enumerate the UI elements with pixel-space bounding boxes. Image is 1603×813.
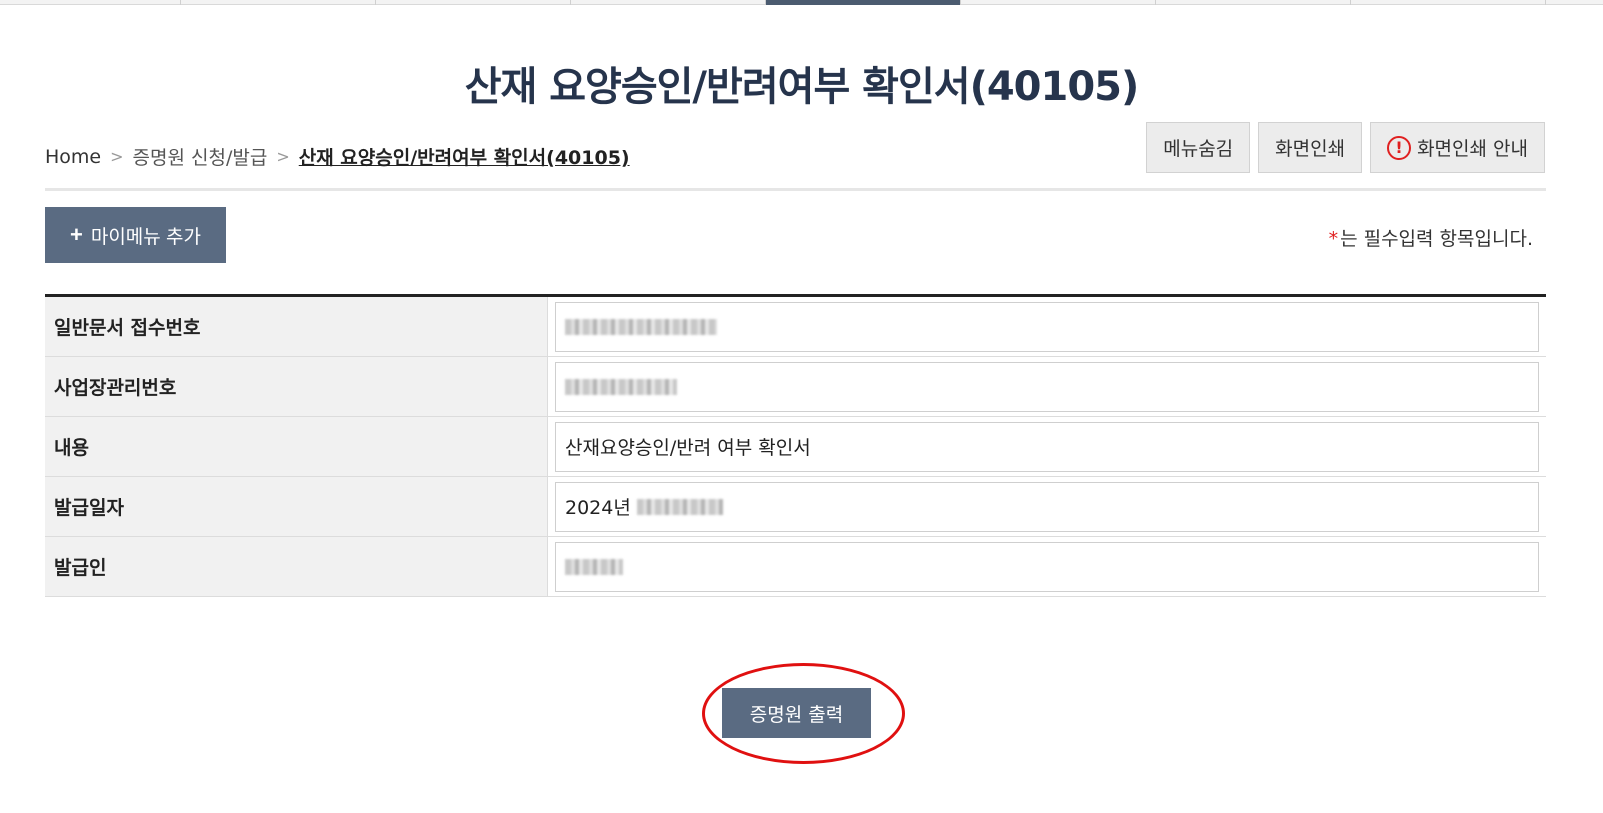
table-row: 발급인 [45,537,1546,597]
table-row: 일반문서 접수번호 [45,297,1546,357]
issuer-field [555,541,1539,592]
content-label: 내용 [45,417,548,476]
top-tab-strip [0,0,1603,5]
breadcrumb-home[interactable]: Home [45,146,101,168]
top-tab[interactable] [0,0,181,5]
breadcrumb-current[interactable]: 산재 요양승인/반려여부 확인서(40105) [299,143,630,170]
page-title: 산재 요양승인/반려여부 확인서(40105) [464,64,1140,110]
print-guide-button[interactable]: ! 화면인쇄 안내 [1370,122,1545,173]
required-field-note: * 는 필수입력 항목입니다. [1329,224,1533,251]
table-row: 발급일자 2024년 [45,477,1546,537]
top-tab[interactable] [376,0,571,5]
workplace-number-label: 사업장관리번호 [45,357,548,416]
plus-icon: + [69,222,83,247]
redacted-value [565,378,677,395]
workplace-number-field [555,361,1539,412]
content-field: 산재요양승인/반려 여부 확인서 [555,421,1539,472]
receipt-number-label: 일반문서 접수번호 [45,297,548,356]
issue-date-cell: 2024년 [548,477,1546,536]
redacted-value [565,558,623,575]
print-certificate-button[interactable]: 증명원 출력 [722,688,871,738]
warning-circle-icon: ! [1387,135,1412,160]
workplace-number-cell [548,357,1546,416]
top-tab[interactable] [1156,0,1351,5]
breadcrumb-level1[interactable]: 증명원 신청/발급 [133,143,268,170]
top-tab-active[interactable] [766,0,961,5]
redacted-value [565,318,717,335]
top-tab[interactable] [571,0,766,5]
receipt-number-cell [548,297,1546,356]
table-row: 사업장관리번호 [45,357,1546,417]
utility-button-group: 메뉴숨김 화면인쇄 ! 화면인쇄 안내 [1146,122,1545,173]
required-star: * [1328,228,1339,250]
issuer-cell [548,537,1546,596]
breadcrumb: Home > 증명원 신청/발급 > 산재 요양승인/반려여부 확인서(4010… [45,143,630,170]
print-screen-button[interactable]: 화면인쇄 [1258,122,1363,173]
redacted-value [636,498,723,515]
hide-menu-button[interactable]: 메뉴숨김 [1146,122,1251,173]
add-my-menu-button[interactable]: + 마이메뉴 추가 [45,207,226,263]
issue-date-year: 2024년 [565,497,631,519]
header-divider [45,188,1546,191]
required-note-text: 는 필수입력 항목입니다. [1340,228,1533,250]
certificate-form-table: 일반문서 접수번호 사업장관리번호 내용 산재요양승인/반려 여부 확인서 발급… [45,294,1546,597]
top-tab[interactable] [1351,0,1546,5]
issue-date-field: 2024년 [555,481,1539,532]
add-my-menu-label: 마이메뉴 추가 [90,226,202,248]
chevron-right-icon: > [276,147,290,166]
chevron-right-icon: > [110,147,124,166]
issue-date-label: 발급일자 [45,477,548,536]
receipt-number-field [555,301,1539,352]
issuer-label: 발급인 [45,537,548,596]
content-cell: 산재요양승인/반려 여부 확인서 [548,417,1546,476]
table-row: 내용 산재요양승인/반려 여부 확인서 [45,417,1546,477]
top-tab[interactable] [181,0,376,5]
top-tab[interactable] [961,0,1156,5]
issue-date-wrap: 2024년 [565,493,723,520]
print-guide-label: 화면인쇄 안내 [1417,138,1528,160]
